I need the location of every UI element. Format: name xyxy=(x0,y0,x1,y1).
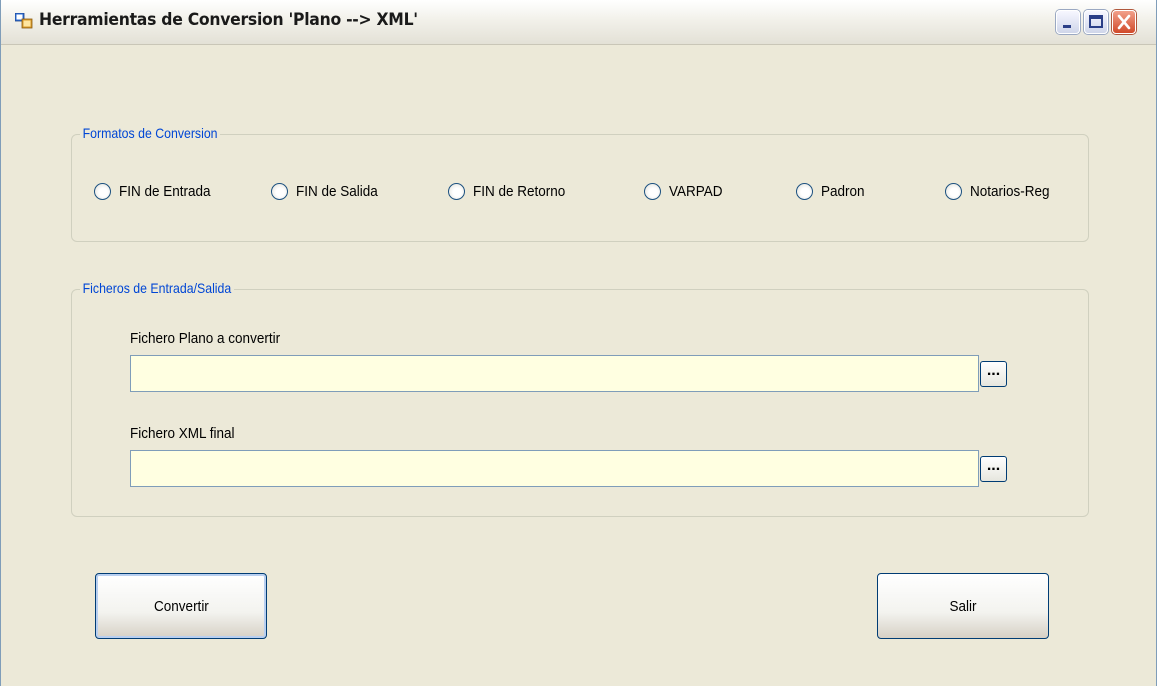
radio-padron[interactable]: Padron xyxy=(796,181,869,201)
radio-label: VARPAD xyxy=(669,182,723,200)
radio-button-icon[interactable] xyxy=(271,182,288,200)
radio-button-icon[interactable] xyxy=(644,182,661,200)
output-file-label: Fichero XML final xyxy=(130,425,235,442)
ficheros-legend: Ficheros de Entrada/Salida xyxy=(80,280,234,296)
window-title: Herramientas de Conversion 'Plano --> XM… xyxy=(39,10,418,30)
radio-fin-salida[interactable]: FIN de Salida xyxy=(271,181,387,201)
convertir-label: Convertir xyxy=(153,597,209,615)
radio-button-icon[interactable] xyxy=(945,182,962,200)
radio-varpad[interactable]: VARPAD xyxy=(644,181,728,201)
close-icon xyxy=(1117,14,1131,30)
radio-label: Padron xyxy=(821,182,865,200)
minimize-button[interactable] xyxy=(1056,10,1080,34)
formatos-group: Formatos de Conversion FIN de Entrada FI… xyxy=(71,125,1089,242)
radio-label: FIN de Salida xyxy=(296,182,378,200)
client-area: Formatos de Conversion FIN de Entrada FI… xyxy=(1,45,1156,686)
radio-fin-entrada[interactable]: FIN de Entrada xyxy=(94,181,221,201)
app-window: Herramientas de Conversion 'Plano --> XM… xyxy=(0,0,1157,686)
convertir-button[interactable]: Convertir xyxy=(95,573,267,639)
radio-label: FIN de Retorno xyxy=(473,182,566,200)
radio-button-icon[interactable] xyxy=(448,182,465,200)
radio-button-icon[interactable] xyxy=(796,182,813,200)
radio-label: FIN de Entrada xyxy=(119,182,211,200)
input-browse-button[interactable]: ... xyxy=(980,361,1007,387)
input-file-label: Fichero Plano a convertir xyxy=(130,330,281,347)
radio-button-icon[interactable] xyxy=(94,182,111,200)
radio-label: Notarios-Reg xyxy=(970,182,1050,200)
output-file-field[interactable] xyxy=(130,450,979,487)
input-file-field[interactable] xyxy=(130,355,979,392)
output-browse-button[interactable]: ... xyxy=(980,456,1007,482)
title-bar[interactable]: Herramientas de Conversion 'Plano --> XM… xyxy=(1,0,1156,45)
ficheros-group: Ficheros de Entrada/Salida Fichero Plano… xyxy=(71,280,1089,517)
formatos-legend: Formatos de Conversion xyxy=(80,125,221,141)
radio-notarios-reg[interactable]: Notarios-Reg xyxy=(945,181,1058,201)
close-button[interactable] xyxy=(1112,10,1136,34)
maximize-button[interactable] xyxy=(1084,10,1108,34)
salir-button[interactable]: Salir xyxy=(877,573,1049,639)
minimize-icon xyxy=(1063,25,1071,28)
salir-label: Salir xyxy=(949,597,977,615)
radio-fin-retorno[interactable]: FIN de Retorno xyxy=(448,181,576,201)
maximize-icon xyxy=(1089,15,1103,28)
app-icon xyxy=(15,13,33,29)
